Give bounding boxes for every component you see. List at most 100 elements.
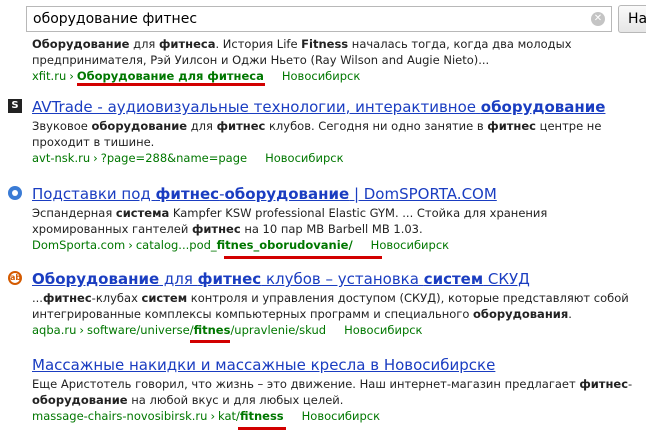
text-segment: Подставки под (32, 185, 156, 203)
text-segment: началась тогда, когда два молодых (348, 37, 572, 51)
highlighted-term: систем (423, 270, 484, 288)
text-segment: AVTrade - аудиовизуальные технологии, ин… (32, 98, 481, 116)
result-title-link[interactable]: Подставки под фитнес-оборудование | DomS… (32, 183, 638, 205)
url-path: catalog...pod_ (135, 238, 217, 252)
highlighted-term: фитнеса (159, 37, 216, 51)
url-path-highlight: fitness (239, 409, 284, 423)
red-underline-mark (190, 340, 230, 343)
result-title-link[interactable]: AVTrade - аудиовизуальные технологии, ин… (32, 96, 638, 118)
snippet-line: хромированных гантелей фитнес на 10 пар … (32, 222, 423, 236)
text-segment: на любой вкус и для любых целей. (127, 393, 344, 407)
result-url[interactable]: xfit.ru › Оборудование для фитнеса Новосиби… (32, 68, 638, 84)
text-segment: СКУД (483, 270, 530, 288)
highlighted-term: оборудование (480, 98, 606, 116)
url-separator: › (79, 323, 84, 337)
highlighted-term: фитнес (216, 119, 266, 133)
result-region: Новосибирск (301, 409, 381, 423)
text-segment: . (568, 307, 572, 321)
highlighted-term: оборудование (91, 119, 188, 133)
red-underline-mark (77, 83, 265, 86)
text-segment: ... (32, 291, 43, 305)
text-segment: клубов. Сегодня ни одно занятие в (265, 119, 488, 133)
url-path-tail: /upravlenie/skud (230, 323, 327, 337)
url-path: ?page=288&name=page (100, 151, 248, 165)
url-path: Оборудование для фитнеса (76, 69, 264, 83)
snippet-line: Звуковое оборудование для фитнес клубов.… (32, 119, 601, 133)
url-domain: massage-chairs-novosibirsk.ru (32, 409, 208, 423)
snippet-line: интегрированные комплексы компьютерных п… (32, 307, 572, 321)
url-domain: xfit.ru (32, 69, 67, 83)
text-segment: - (628, 377, 633, 391)
result-snippet: Эспандерная система Kampfer KSW professi… (32, 205, 638, 237)
avtrade-favicon-icon: S (8, 99, 22, 113)
highlighted-term: Fitness (301, 37, 349, 51)
url-separator: › (93, 151, 98, 165)
url-domain: aqba.ru (32, 323, 77, 337)
domsporta-favicon-icon (8, 186, 22, 200)
text-segment: Эспандерная (32, 206, 116, 220)
url-path: kat/ (218, 409, 240, 423)
highlighted-term: Оборудование (32, 37, 130, 51)
text-segment: Еще Аристотель говорил, что жизнь – это … (32, 377, 580, 391)
result-title-link[interactable]: Массажные накидки и массажные кресла в Н… (32, 354, 638, 376)
result-url[interactable]: massage-chairs-novosibirsk.ru › kat/fitnes… (32, 408, 638, 424)
text-segment: Массажные накидки и массажные кресла в Н… (32, 356, 496, 374)
text-segment: центре не (536, 119, 602, 133)
snippet-line: оборудование на любой вкус и для любых ц… (32, 393, 343, 407)
search-button[interactable]: На (618, 5, 646, 33)
highlighted-term: система (115, 206, 170, 220)
highlighted-term: систем (141, 291, 188, 305)
aqba-favicon-icon: ab (8, 271, 22, 285)
red-underline-mark (224, 256, 382, 259)
result-region: Новосибирск (265, 151, 344, 165)
text-segment: на 10 пар MB Barbell MB 1.03. (240, 222, 423, 236)
text-segment: предпринимателя, Рэй Уилсон и Оджи Ньето… (32, 53, 490, 67)
snippet-line: проходит в тишине. (32, 135, 154, 149)
url-domain: DomSporta.com (32, 238, 126, 252)
url-path-highlight: fitnes (193, 323, 231, 337)
text-segment: -клубах (91, 291, 142, 305)
highlighted-term: фитнес (155, 185, 220, 203)
text-segment: для (159, 270, 198, 288)
text-segment: для (187, 119, 217, 133)
result-region: Новосибирск (344, 323, 423, 337)
text-segment: для (129, 37, 159, 51)
text-segment: . История Life (215, 37, 302, 51)
text-segment: проходит в тишине. (32, 135, 155, 149)
result-url[interactable]: avt-nsk.ru › ?page=288&name=page Новосибирс… (32, 150, 638, 166)
highlighted-term: фитнес (579, 377, 629, 391)
highlighted-term: оборудование (32, 393, 128, 407)
url-separator: › (128, 238, 133, 252)
url-separator: › (69, 69, 74, 83)
highlighted-term: оборудования (473, 307, 569, 321)
text-segment: Звуковое (32, 119, 92, 133)
highlighted-term: фитнес (42, 291, 92, 305)
text-segment: | DomSPORTA.COM (349, 185, 497, 203)
url-domain: avt-nsk.ru (32, 151, 91, 165)
url-separator: › (210, 409, 216, 423)
result-url[interactable]: aqba.ru › software/universe/fitnes/upravle… (32, 322, 638, 338)
url-path-highlight: fitnes_oborudovanie/ (216, 238, 353, 252)
text-segment: интегрированные комплексы компьютерных п… (32, 307, 474, 321)
highlighted-term: фитнес (191, 222, 241, 236)
result-snippet: ...фитнес-клубах систем контроля и управ… (32, 290, 638, 322)
result-region: Новосибирск (281, 69, 361, 83)
search-input[interactable] (33, 7, 593, 31)
text-segment: клубов – установка (261, 270, 424, 288)
clear-icon[interactable]: ✕ (591, 12, 605, 26)
highlighted-term: Оборудование (32, 270, 160, 288)
result-region: Новосибирск (370, 238, 450, 252)
result-url[interactable]: DomSporta.com › catalog...pod_fitnes_oboru… (32, 237, 638, 253)
snippet-line: Еще Аристотель говорил, что жизнь – это … (32, 377, 632, 391)
snippet-line: Эспандерная система Kampfer KSW professi… (32, 206, 547, 220)
snippet-line: предпринимателя, Рэй Уилсон и Оджи Ньето… (32, 53, 489, 67)
url-path: software/universe/ (86, 323, 194, 337)
highlighted-term: фитнес (197, 270, 262, 288)
result-snippet: Еще Аристотель говорил, что жизнь – это … (32, 376, 638, 408)
snippet-line: ...фитнес-клубах систем контроля и управ… (32, 291, 629, 305)
red-underline-mark (238, 427, 286, 430)
result-title-link[interactable]: Оборудование для фитнес клубов – установ… (32, 268, 638, 290)
text-segment: Kampfer KSW professional Elastic GYM. ..… (169, 206, 548, 220)
text-segment: контроля и управления доступом (СКУД), к… (187, 291, 629, 305)
highlighted-term: фитнес (487, 119, 536, 133)
